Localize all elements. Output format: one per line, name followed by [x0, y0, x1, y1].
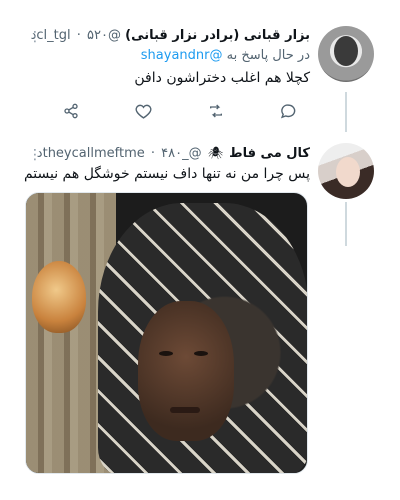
tweet-header: بزار قبانی (برادر نزار قبانی) @cl_tgl · …	[31, 28, 310, 43]
replying-prefix: در حال پاسخ به	[226, 48, 310, 63]
separator-dot: ·	[76, 28, 81, 43]
tweet-actions	[60, 100, 300, 122]
bug-icon: 🕷	[207, 146, 223, 160]
author-name[interactable]: بزار قبانی (برادر نزار قبانی)	[125, 28, 310, 43]
avatar[interactable]	[318, 143, 374, 199]
replying-to: در حال پاسخ به @shayandnr	[141, 48, 310, 63]
photo-eye	[159, 351, 173, 356]
tweet-header: کال می فاط 🕷 @_theycallmeftme · ۴۸۰د	[37, 146, 310, 161]
photo-lamp	[32, 261, 86, 333]
thread-line	[345, 202, 347, 246]
tweet-photo[interactable]	[25, 192, 308, 474]
retweet-icon[interactable]	[205, 100, 227, 122]
more-icon[interactable]: ⋮	[28, 148, 42, 162]
photo-mouth	[170, 407, 200, 413]
separator-dot: ·	[150, 146, 156, 161]
mention-link[interactable]: @shayandnr	[141, 48, 223, 63]
photo-eye	[194, 351, 208, 356]
like-icon[interactable]	[133, 100, 155, 122]
avatar[interactable]	[318, 26, 374, 82]
tweet-text: کچلا هم اغلب دختراشون دافن	[134, 70, 310, 86]
share-icon[interactable]	[60, 100, 82, 122]
reply-icon[interactable]	[278, 100, 300, 122]
author-name[interactable]: کال می فاط	[229, 146, 310, 161]
more-icon[interactable]: ⋮	[28, 30, 42, 44]
tweet-text: پس چرا من نه تنها داف نیستم خوشگل هم نیس…	[23, 166, 310, 182]
photo-face	[138, 301, 234, 441]
thread-line	[345, 92, 347, 132]
